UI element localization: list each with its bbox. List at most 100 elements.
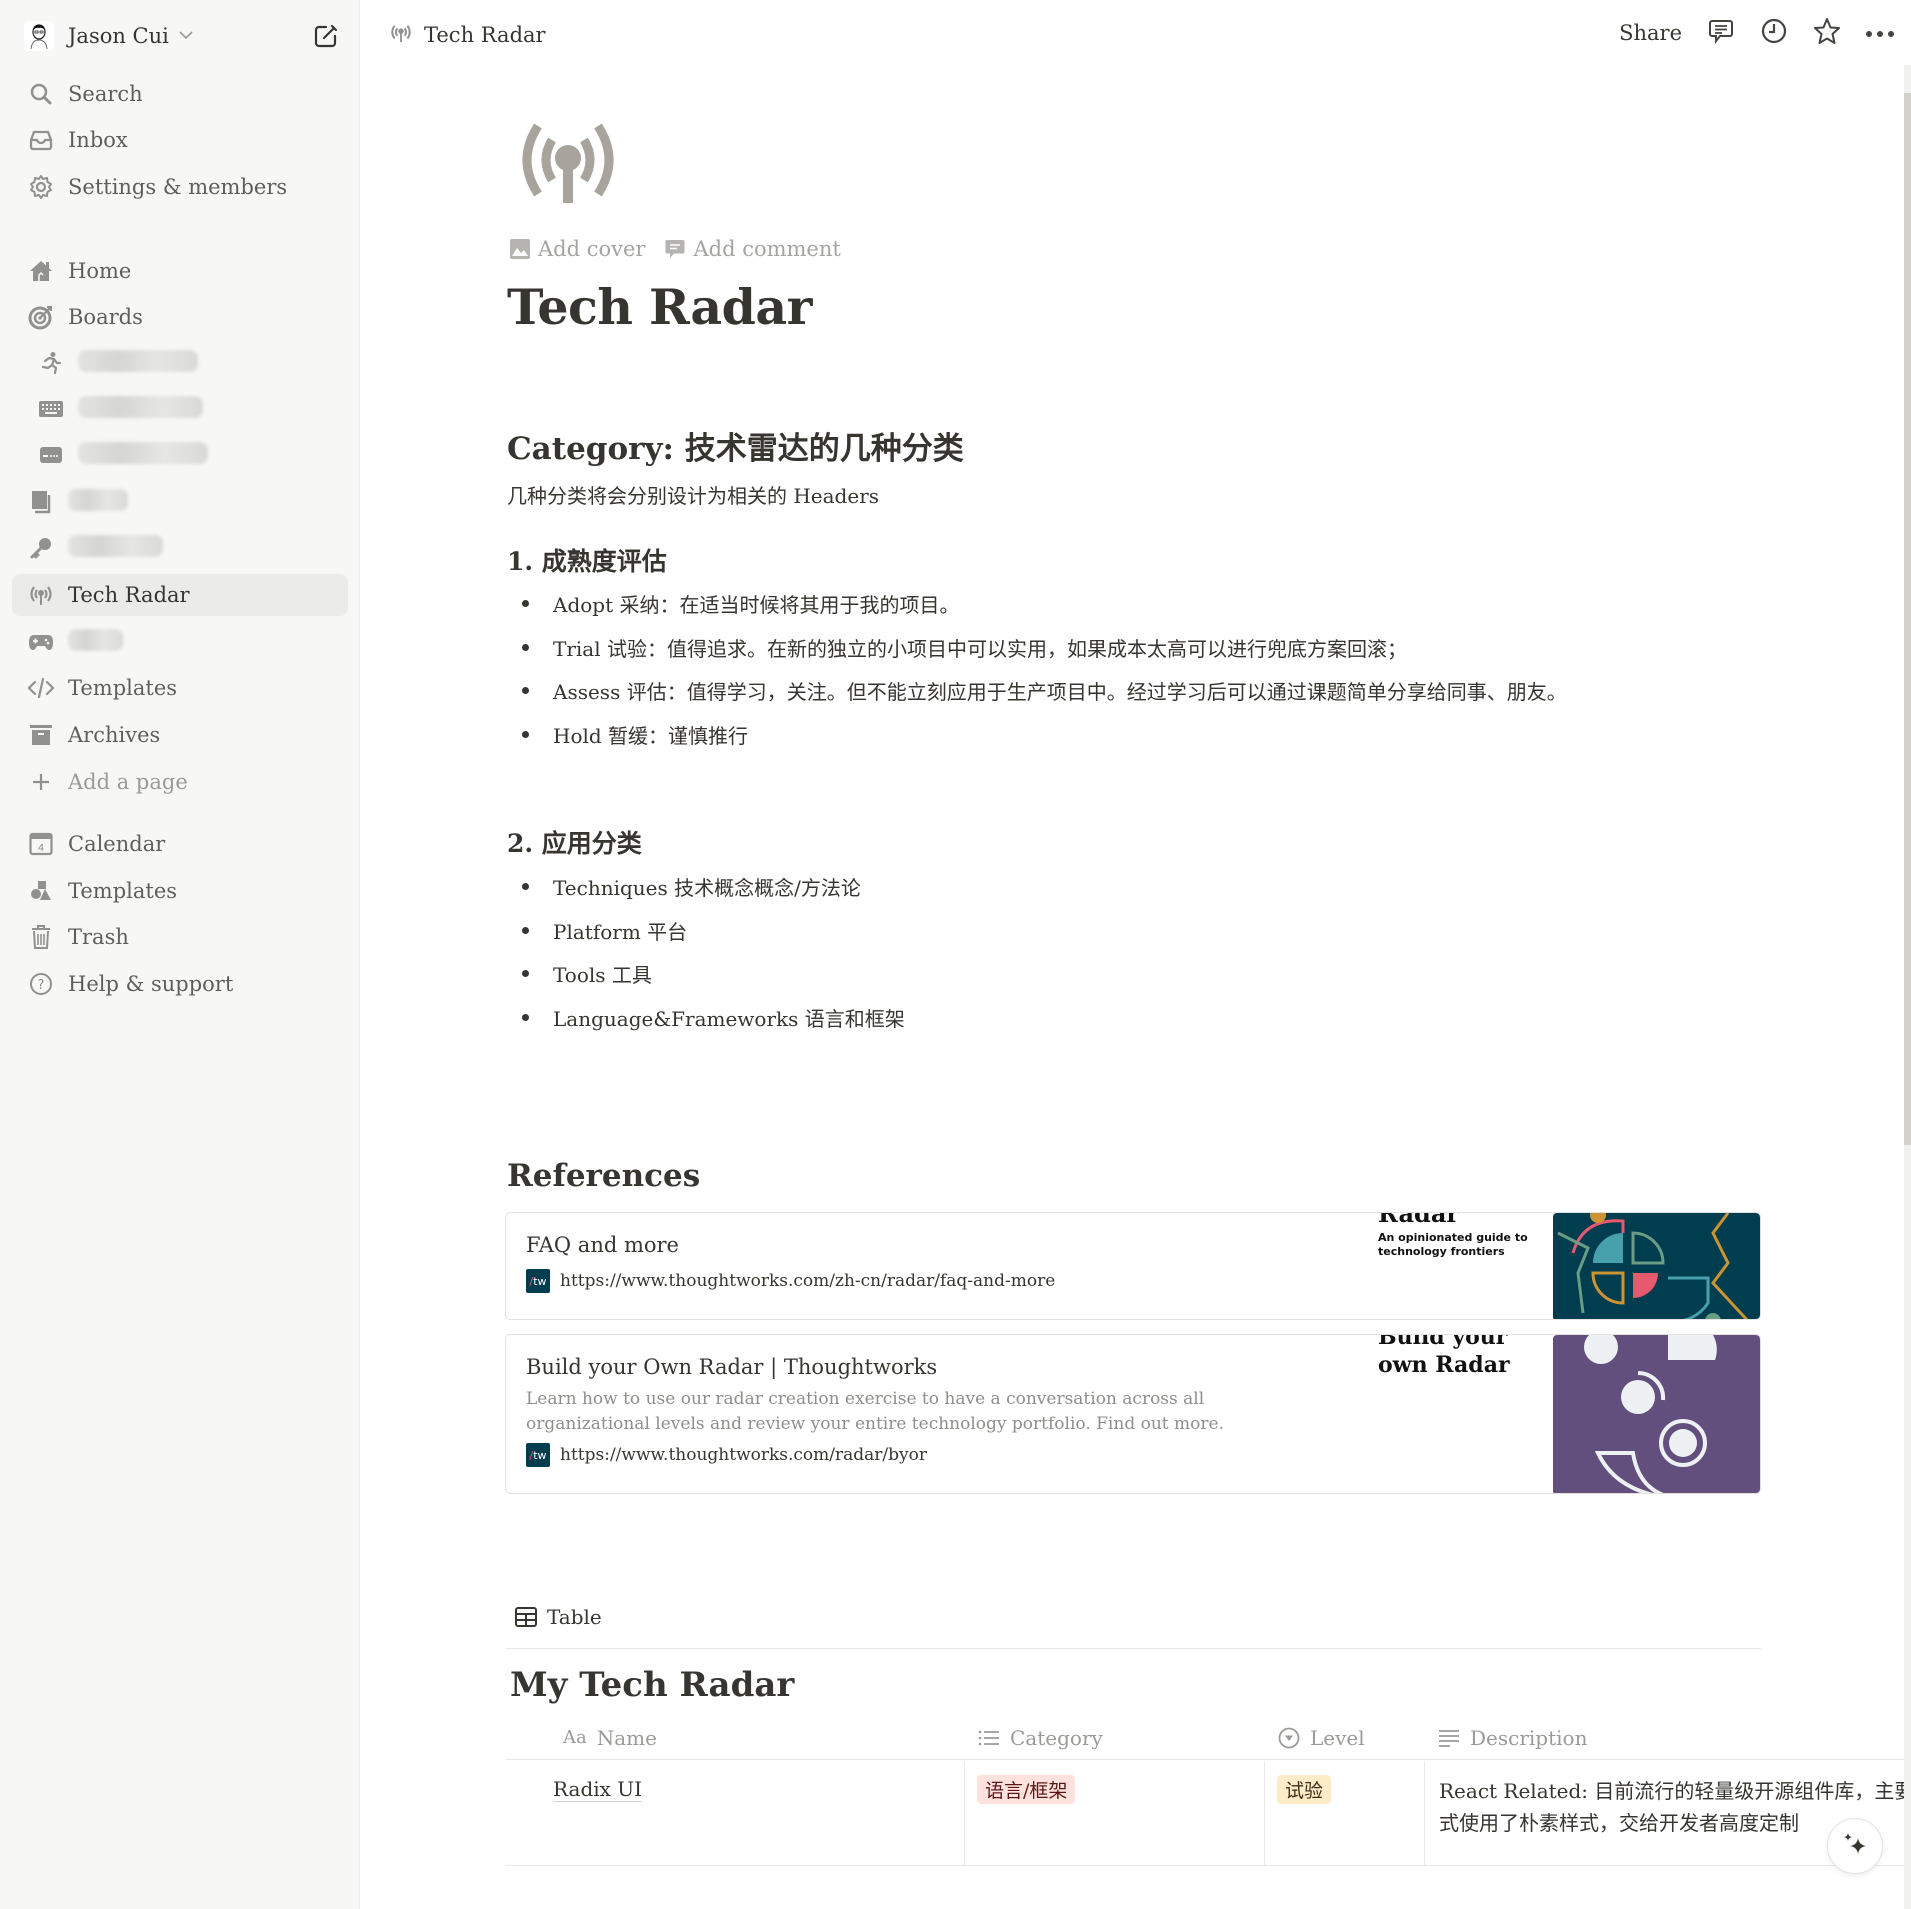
sidebar-item-calendar[interactable]: 4 Calendar [12,823,348,865]
tab-table-view[interactable]: Table [515,1605,602,1629]
sidebar-item-redacted-6[interactable] [12,621,348,663]
favorite-button[interactable] [1810,16,1844,50]
section1-heading: 1. 成熟度评估 [507,547,667,576]
sidebar-item-settings[interactable]: Settings & members [12,166,348,208]
code-icon [26,673,56,703]
card-icon [36,440,66,470]
column-header-description[interactable]: Description [1438,1715,1587,1760]
cell-name[interactable]: Radix UI [505,1761,965,1866]
column-header-category[interactable]: Category [978,1715,1103,1760]
add-comment-button[interactable]: Add comment [665,237,841,261]
sidebar-item-tech-radar[interactable]: Tech Radar [12,574,348,616]
workspace-switcher[interactable]: Jason Cui [24,18,193,54]
compose-icon [312,24,340,54]
sidebar-item-label-redacted [68,534,163,562]
sidebar-item-label-redacted [78,395,203,423]
add-cover-label: Add cover [538,237,646,261]
bookmark-byor[interactable]: Build your Own Radar | Thoughtworks Lear… [505,1334,1761,1494]
sidebar-item-label: Inbox [68,128,128,152]
row-name[interactable]: Radix UI [553,1777,643,1802]
sidebar-item-templates-gallery[interactable]: Templates [12,870,348,912]
inbox-icon [26,125,56,155]
bullet-dot [522,600,529,607]
bullet-dot [522,927,529,934]
trash-icon [26,922,56,952]
search-icon [26,79,56,109]
cell-level[interactable]: 试验 [1265,1761,1425,1866]
plus-icon [26,767,56,797]
table-icon [515,1607,537,1627]
breadcrumb-label: Tech Radar [424,23,546,47]
bookmark-thumbnail-text: Radar An opinionated guide to technology… [1378,1213,1548,1319]
add-cover-button[interactable]: Add cover [510,237,645,261]
scrollbar-thumb[interactable] [1904,93,1911,1145]
more-button[interactable] [1863,16,1897,50]
sidebar-item-archives[interactable]: Archives [12,714,348,756]
column-label: Name [596,1725,657,1750]
sidebar-item-help[interactable]: ? Help & support [12,963,348,1005]
topbar-actions: Share [1619,16,1911,50]
radar-icon [512,123,624,212]
list-item: Tools 工具 [522,959,652,988]
keyboard-icon [36,394,66,424]
cell-category[interactable]: 语言/框架 [965,1761,1265,1866]
sidebar-item-inbox[interactable]: Inbox [12,119,348,161]
sidebar-item-label-redacted [78,441,208,469]
sidebar-item-redacted-5[interactable] [12,527,348,569]
sidebar-item-redacted-4[interactable] [12,481,348,523]
table-row[interactable]: Radix UI 语言/框架 试验 React Related: 目前流行的轻量… [505,1761,1911,1866]
bullet-dot [522,687,529,694]
column-header-name[interactable]: Aa Name [563,1715,657,1760]
archive-icon [26,720,56,750]
chevron-down-icon [179,28,193,44]
column-label: Category [1010,1725,1103,1750]
view-divider [505,1648,1761,1649]
comments-button[interactable] [1704,16,1738,50]
sidebar-item-label: Archives [68,723,161,747]
radar-icon [26,580,56,610]
thumb-subtitle: An opinionated guide to technology front… [1378,1231,1528,1258]
column-label: Description [1470,1725,1588,1750]
thoughtworks-favicon-icon: / tw [526,1443,550,1467]
bookmark-faq[interactable]: FAQ and more / tw https://www.thoughtwork… [505,1212,1761,1320]
clock-icon [1760,17,1788,49]
sidebar-item-redacted-2[interactable] [12,388,348,430]
list-item-text: Adopt 采纳：在适当时候将其用于我的项目。 [553,593,960,617]
help-icon: ? [26,969,56,999]
list-item: Adopt 采纳：在适当时候将其用于我的项目。 [522,589,959,618]
new-page-button[interactable] [312,22,340,50]
sidebar-item-redacted-3[interactable] [12,434,348,476]
database-title[interactable]: My Tech Radar [510,1665,794,1705]
sidebar-item-trash[interactable]: Trash [12,916,348,958]
bullet-dot [522,731,529,738]
bookmark-thumbnail-image [1553,1213,1760,1319]
ai-assistant-button[interactable] [1827,1818,1883,1874]
sidebar-item-search[interactable]: Search [12,73,348,115]
bullet-dot [522,644,529,651]
comment-icon [1707,17,1735,49]
star-icon [1813,17,1841,49]
description-line: React Related: 目前流行的轻量级开源组件库，主要 [1439,1779,1911,1803]
gamepad-icon [26,627,56,657]
page-title[interactable]: Tech Radar [507,278,812,336]
breadcrumb[interactable]: Tech Radar [388,18,546,52]
add-comment-label: Add comment [693,237,841,261]
sidebar-item-redacted-1[interactable] [12,342,348,384]
sidebar-item-label: Boards [68,305,143,329]
list-item-text: Platform 平台 [553,920,688,944]
sidebar-item-templates[interactable]: Templates [12,667,348,709]
add-page-button[interactable]: Add a page [12,761,348,803]
home-icon [26,256,56,286]
sidebar-item-boards[interactable]: Boards [12,296,348,338]
column-header-level[interactable]: Level [1278,1715,1365,1760]
sidebar-item-label: Tech Radar [68,583,190,607]
sidebar-item-home[interactable]: Home [12,250,348,292]
thumb-title: Radar [1378,1213,1460,1228]
history-button[interactable] [1757,16,1791,50]
sparkle-icon [1841,1830,1869,1862]
section2-heading: 2. 应用分类 [507,829,642,858]
page-icon[interactable] [512,118,624,208]
bullet-dot [522,970,529,977]
shapes-icon [26,876,56,906]
share-button[interactable]: Share [1619,21,1682,45]
